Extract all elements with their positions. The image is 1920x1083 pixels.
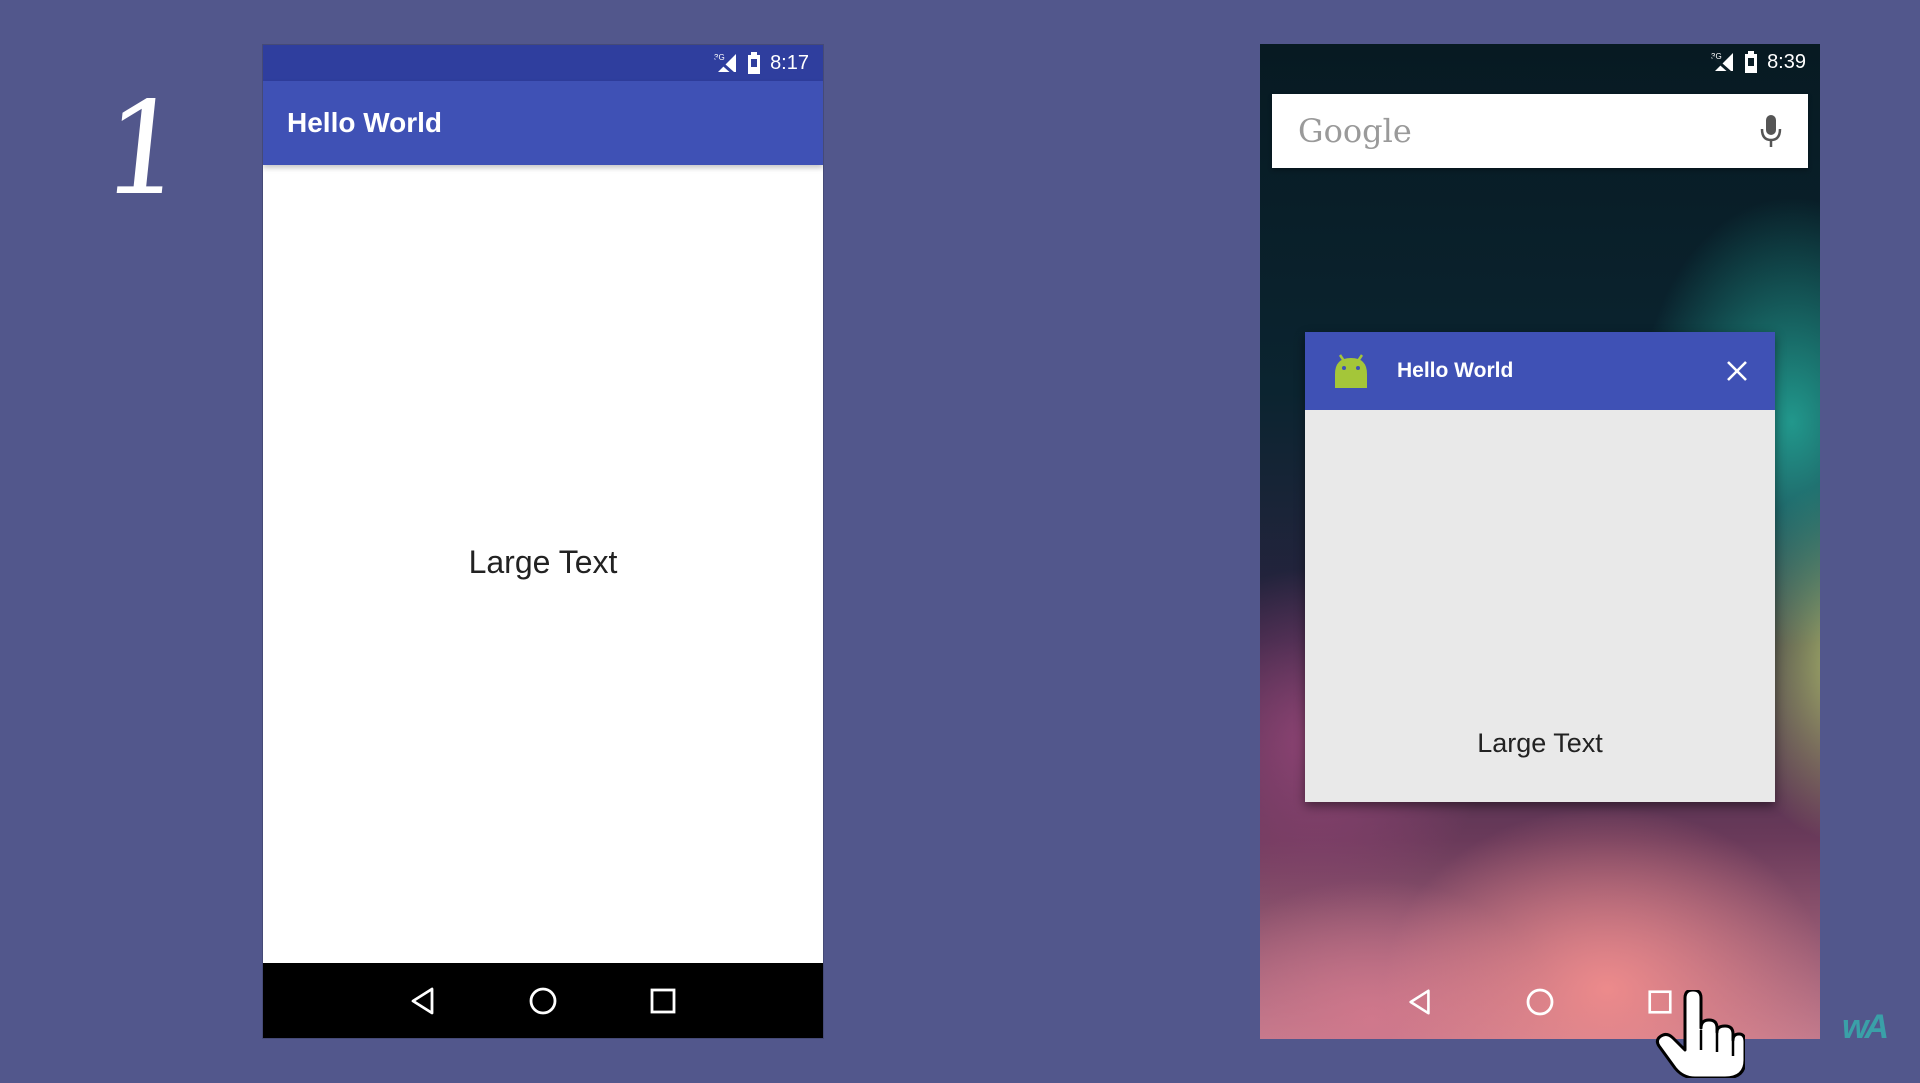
recent-app-preview[interactable]: Large Text (1305, 410, 1775, 802)
status-time: 8:17 (770, 51, 809, 74)
home-button[interactable] (518, 976, 568, 1026)
mic-icon[interactable] (1760, 114, 1782, 148)
navigation-bar (263, 963, 823, 1038)
status-bar: 3G 8:17 (263, 45, 823, 81)
recents-icon (650, 988, 676, 1013)
preview-large-text: Large Text (1477, 728, 1603, 758)
google-logo: Google (1298, 112, 1412, 150)
close-icon[interactable] (1721, 355, 1753, 387)
home-icon (529, 987, 557, 1014)
status-time: 8:39 (1767, 50, 1806, 73)
back-icon (1409, 988, 1430, 1015)
status-bar: 3G 8:39 (1260, 44, 1820, 80)
recent-app-title: Hello World (1397, 359, 1514, 382)
recents-button[interactable] (638, 976, 688, 1026)
slide-number: 1 (95, 75, 193, 224)
back-button[interactable] (398, 976, 448, 1026)
signal-icon: 3G (1711, 51, 1735, 73)
large-text-view: Large Text (468, 543, 618, 580)
recent-app-card[interactable]: Hello World Large Text (1305, 332, 1775, 802)
recent-app-header: Hello World (1305, 332, 1775, 410)
google-search-bar[interactable]: Google (1272, 94, 1808, 168)
phone-recents-screen: 3G 8:39 Google Hello World Large Text (1260, 44, 1820, 1039)
app-bar: Hello World (263, 81, 823, 165)
back-icon (411, 987, 434, 1014)
home-button[interactable] (1515, 977, 1565, 1027)
app-title: Hello World (287, 107, 443, 138)
home-icon (1526, 988, 1554, 1015)
watermark-logo: wA (1842, 1008, 1889, 1046)
battery-icon (747, 52, 761, 74)
android-icon (1331, 351, 1371, 391)
back-button[interactable] (1395, 977, 1445, 1027)
app-content: Large Text (263, 165, 823, 959)
hand-cursor-icon (1655, 988, 1747, 1083)
signal-icon: 3G (714, 52, 738, 74)
phone-app-screen: 3G 8:17 Hello World Large Text (263, 45, 823, 1038)
battery-icon (1744, 51, 1758, 73)
